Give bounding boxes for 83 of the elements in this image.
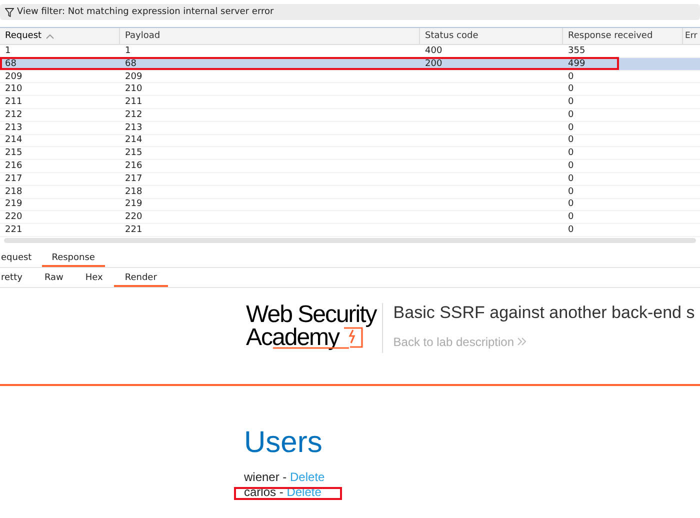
table-cell: 216 bbox=[125, 161, 142, 172]
column-header[interactable]: Payload bbox=[120, 28, 420, 44]
table-cell: 1 bbox=[5, 46, 11, 56]
column-header[interactable]: Err bbox=[683, 28, 700, 44]
table-cell: 211 bbox=[125, 97, 142, 108]
table-cell: 0 bbox=[568, 84, 574, 94]
table-row[interactable]: 219 219 0 bbox=[0, 198, 700, 212]
column-header[interactable]: Response received bbox=[563, 28, 683, 44]
filter-icon bbox=[5, 8, 14, 16]
table-cell: 0 bbox=[568, 225, 574, 236]
tab[interactable]: equest bbox=[0, 252, 42, 267]
table-row[interactable]: 221 221 0 bbox=[0, 224, 700, 237]
table-cell: 0 bbox=[568, 212, 574, 222]
filter-text: View filter: Not matching expression internal server error bbox=[17, 7, 274, 17]
table-cell: 210 bbox=[5, 84, 22, 94]
table-cell: 221 bbox=[125, 225, 142, 236]
table-cell: 213 bbox=[5, 122, 22, 133]
username: wiener - bbox=[244, 470, 288, 484]
selected-row[interactable]: 68 68 200 499 bbox=[0, 58, 700, 71]
table-cell: 0 bbox=[568, 148, 574, 158]
table-cell: 200 bbox=[425, 58, 442, 69]
table-cell: 499 bbox=[568, 58, 586, 69]
table-cell: 218 bbox=[5, 186, 22, 197]
table-cell: 0 bbox=[568, 97, 574, 108]
table-row[interactable]: 213 213 0 bbox=[0, 122, 700, 135]
table-cell: 215 bbox=[125, 148, 142, 158]
column-header[interactable]: Status code bbox=[420, 28, 563, 44]
filter-bar[interactable]: View filter: Not matching expression internal server error bbox=[0, 4, 700, 20]
table-cell: 0 bbox=[568, 186, 574, 197]
table-cell: 0 bbox=[568, 135, 574, 146]
table-cell: 220 bbox=[5, 212, 22, 222]
sort-icon bbox=[46, 34, 54, 38]
table-cell: 212 bbox=[5, 110, 22, 120]
table-cell: 1 bbox=[125, 46, 131, 56]
table-cell: 0 bbox=[568, 122, 574, 133]
table-row[interactable]: 216 216 0 bbox=[0, 160, 700, 173]
table-cell: 400 bbox=[425, 46, 442, 56]
table-cell: 0 bbox=[568, 199, 574, 210]
table-cell: 213 bbox=[125, 122, 142, 133]
tab[interactable]: Response bbox=[42, 252, 105, 267]
tab[interactable]: Raw bbox=[33, 272, 74, 287]
table-cell: 355 bbox=[568, 46, 586, 56]
table-cell: 68 bbox=[125, 58, 136, 69]
lab-title: Basic SSRF against another back-end s bbox=[393, 302, 695, 323]
table-cell: 0 bbox=[568, 174, 574, 184]
table-cell: 212 bbox=[125, 110, 142, 120]
table-cell: 210 bbox=[125, 84, 142, 94]
column-header[interactable]: Request bbox=[0, 28, 120, 44]
table-cell: 217 bbox=[5, 174, 22, 184]
table-row[interactable]: 210 210 0 bbox=[0, 83, 700, 96]
table-row[interactable]: 214 214 0 bbox=[0, 134, 700, 148]
table-cell: 220 bbox=[125, 212, 142, 222]
table-cell: 214 bbox=[5, 135, 22, 146]
table-cell: 219 bbox=[125, 199, 142, 210]
table-row[interactable]: 217 217 0 bbox=[0, 172, 700, 186]
username: carlos - bbox=[244, 484, 284, 499]
table-cell: 0 bbox=[568, 161, 574, 172]
table-cell: 221 bbox=[5, 225, 22, 236]
tab[interactable]: Render bbox=[114, 272, 168, 287]
table-cell: 215 bbox=[5, 148, 22, 158]
table-cell: 217 bbox=[125, 174, 142, 184]
table-cell: 218 bbox=[125, 186, 142, 197]
table-row[interactable]: 211 211 0 bbox=[0, 96, 700, 109]
scrollbar[interactable] bbox=[4, 238, 696, 243]
chevron-icon bbox=[517, 336, 528, 346]
table-row[interactable]: 220 220 0 bbox=[0, 211, 700, 224]
table-cell: 68 bbox=[5, 58, 16, 69]
table-cell: 211 bbox=[5, 97, 22, 108]
table-cell: 214 bbox=[125, 135, 142, 146]
table-cell: 0 bbox=[568, 110, 574, 120]
tab[interactable]: Hex bbox=[74, 272, 114, 287]
table-row[interactable]: 212 212 0 bbox=[0, 108, 700, 122]
table-row[interactable]: 215 215 0 bbox=[0, 147, 700, 160]
table-cell: 209 bbox=[125, 72, 142, 82]
table-cell: 216 bbox=[5, 161, 22, 172]
table-row[interactable]: 218 218 0 bbox=[0, 186, 700, 199]
tab[interactable]: retty bbox=[0, 272, 34, 287]
users-heading: Users bbox=[244, 426, 324, 460]
table-row[interactable]: 209 209 0 bbox=[0, 70, 700, 84]
table-cell: 0 bbox=[568, 72, 574, 82]
table-cell: 219 bbox=[5, 199, 22, 210]
logo: Web Security Academy bbox=[246, 302, 384, 353]
table-cell: 209 bbox=[5, 72, 22, 82]
